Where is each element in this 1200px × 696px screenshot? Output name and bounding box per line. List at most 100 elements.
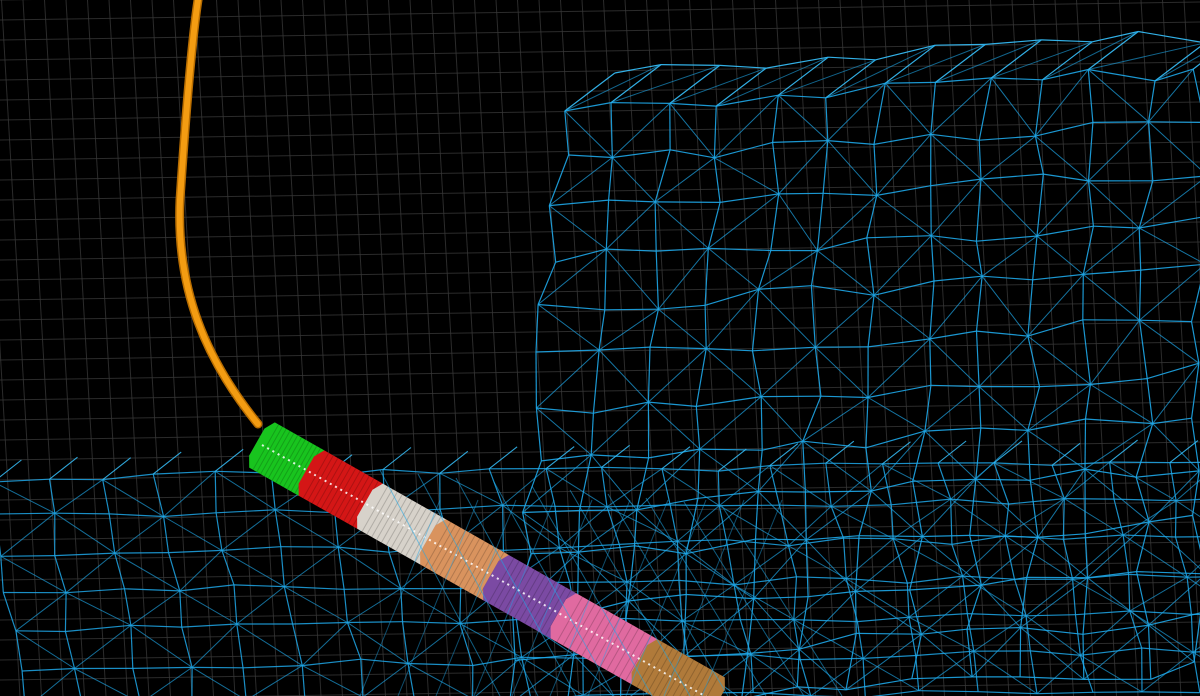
mesh-top-edge bbox=[717, 448, 747, 472]
scene-canvas[interactable] bbox=[0, 0, 1200, 696]
mesh-diagonal bbox=[814, 294, 875, 348]
mesh-edge bbox=[772, 95, 779, 143]
mesh-edge bbox=[855, 535, 860, 592]
mesh-edge bbox=[822, 140, 829, 194]
grid-line-h bbox=[0, 541, 1200, 561]
mesh-edge bbox=[114, 552, 169, 554]
mesh-edge bbox=[382, 468, 440, 474]
mesh-diagonal bbox=[855, 536, 923, 592]
mesh-diagonal bbox=[830, 463, 883, 507]
mesh-diagonal bbox=[1082, 274, 1140, 321]
mesh-edge bbox=[975, 427, 982, 480]
mesh-edge bbox=[669, 102, 717, 107]
mesh-edge bbox=[802, 395, 822, 442]
mesh-edge bbox=[976, 235, 1038, 242]
mesh-edge bbox=[344, 588, 401, 590]
mesh-diagonal bbox=[605, 248, 659, 310]
grid-line-h bbox=[0, 41, 1200, 61]
mesh-diagonal bbox=[753, 598, 800, 650]
3d-viewport[interactable] bbox=[0, 0, 1200, 696]
grid-line-v bbox=[302, 0, 343, 696]
mesh-edge bbox=[515, 619, 523, 658]
mesh-diagonal bbox=[1090, 319, 1140, 385]
mesh-diagonal bbox=[236, 623, 303, 667]
mesh-edge bbox=[1175, 536, 1200, 538]
mesh-top-edge bbox=[1138, 30, 1200, 43]
mesh-edge bbox=[820, 395, 869, 399]
mesh-overlay-edge bbox=[721, 505, 843, 696]
mesh-top-edge bbox=[214, 448, 244, 472]
mesh-diagonal bbox=[805, 490, 872, 541]
mesh-edge bbox=[846, 577, 908, 584]
mesh-diagonal bbox=[1072, 534, 1124, 580]
mesh-edge bbox=[605, 200, 610, 250]
mesh-edge bbox=[1123, 534, 1176, 538]
grid-line-v bbox=[1, 0, 42, 696]
mesh-edge bbox=[922, 534, 970, 538]
mesh-edge bbox=[522, 512, 532, 554]
mesh-edge bbox=[866, 235, 932, 239]
mesh-edge bbox=[924, 385, 932, 432]
mesh-edge bbox=[1029, 650, 1038, 694]
mesh-edge bbox=[975, 241, 983, 277]
grid-line-v bbox=[1162, 0, 1200, 662]
mesh-edge bbox=[537, 261, 557, 305]
mesh-diagonal bbox=[611, 157, 656, 203]
mesh-edge bbox=[770, 193, 780, 251]
mesh-edge bbox=[976, 330, 1028, 337]
mesh-diagonal bbox=[978, 335, 1029, 387]
mesh-diagonal bbox=[802, 440, 872, 492]
mesh-edge bbox=[592, 349, 600, 414]
mesh-edge bbox=[825, 463, 832, 507]
mesh-edge bbox=[1074, 614, 1081, 656]
mesh-edge bbox=[695, 348, 707, 407]
mesh-edge bbox=[966, 627, 1021, 630]
mesh-diagonal bbox=[1080, 654, 1143, 693]
mesh-diagonal bbox=[862, 616, 910, 659]
mesh-diagonal bbox=[179, 550, 223, 592]
grid-line-v bbox=[216, 0, 257, 696]
mesh-edge bbox=[569, 581, 628, 584]
mesh-edge bbox=[1129, 610, 1143, 649]
grid-line-h bbox=[0, 401, 1200, 421]
mesh-edge bbox=[1138, 180, 1154, 229]
mesh-edge bbox=[754, 491, 759, 540]
mesh-edge bbox=[769, 462, 826, 467]
mesh-edge bbox=[655, 251, 659, 310]
mesh-edge bbox=[930, 178, 982, 187]
mesh-edge bbox=[830, 506, 845, 539]
mesh-edge bbox=[814, 347, 822, 397]
mesh-edge bbox=[554, 505, 608, 508]
mesh-edge bbox=[805, 490, 872, 493]
mesh-edge bbox=[1026, 614, 1076, 617]
mesh-edge bbox=[604, 308, 659, 311]
mesh-diagonal bbox=[1152, 423, 1200, 472]
grid-line-v bbox=[388, 0, 429, 696]
mesh-edge bbox=[967, 613, 1027, 617]
mesh-edge bbox=[929, 280, 935, 339]
mesh-edge bbox=[885, 81, 936, 84]
mesh-edge bbox=[713, 106, 717, 158]
mesh-edge bbox=[1087, 69, 1094, 123]
mesh-diagonal bbox=[921, 584, 982, 635]
mesh-edge bbox=[1146, 378, 1154, 424]
mesh-edge bbox=[842, 538, 847, 579]
mesh-edge bbox=[1140, 264, 1200, 271]
mesh-diagonal bbox=[971, 627, 1021, 678]
mesh-diagonal bbox=[788, 545, 847, 579]
mesh-edge bbox=[1036, 174, 1044, 237]
mesh-edge bbox=[1190, 614, 1194, 653]
grid-line-h bbox=[0, 561, 1200, 581]
mesh-diagonal bbox=[845, 538, 894, 579]
grid-line-v bbox=[237, 0, 279, 696]
mesh-edge bbox=[704, 288, 759, 306]
mesh-edge bbox=[980, 173, 1044, 180]
mesh-top-edge bbox=[660, 64, 720, 66]
mesh-edge bbox=[221, 546, 281, 551]
mesh-edge bbox=[21, 670, 25, 696]
mesh-edge bbox=[855, 589, 910, 592]
mesh-edge bbox=[978, 386, 982, 429]
mesh-edge bbox=[1169, 462, 1177, 501]
grid-line-h bbox=[0, 441, 1200, 461]
mesh-edge bbox=[636, 497, 699, 511]
